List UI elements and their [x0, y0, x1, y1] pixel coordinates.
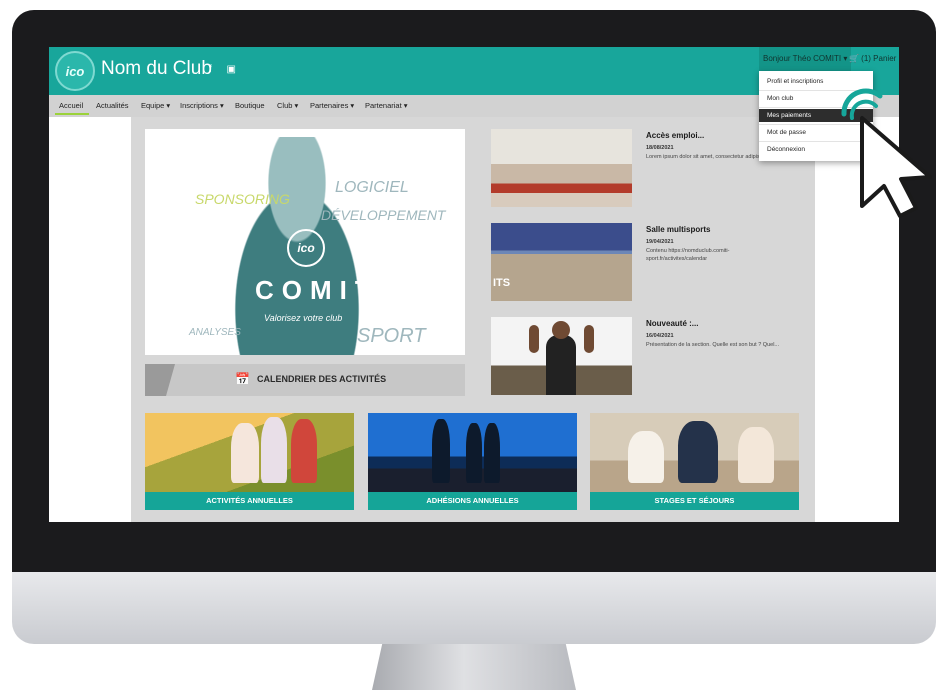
card-stages-sejours[interactable]: STAGES ET SÉJOURS: [590, 413, 799, 510]
card-image: [145, 413, 354, 492]
hero-word: SPORT: [357, 325, 426, 347]
news-date: 18/08/2021: [646, 145, 674, 151]
hero-banner[interactable]: SPONSORING LOGICIEL DÉVELOPPEMENT ANALYS…: [145, 129, 465, 355]
nav-item-inscriptions[interactable]: Inscriptions ▾: [180, 101, 224, 110]
nav-item-partenaires[interactable]: Partenaires ▾: [310, 101, 354, 110]
calendar-label: CALENDRIER DES ACTIVITÉS: [257, 374, 387, 384]
hero-word: DÉVELOPPEMENT: [321, 207, 446, 223]
monitor-stand: [372, 644, 576, 690]
card-adhesions-annuelles[interactable]: ADHÉSIONS ANNUELLES: [368, 413, 577, 510]
news-excerpt: Présentation de la section. Quelle est s…: [646, 342, 779, 348]
news-image-gym[interactable]: [491, 129, 632, 207]
card-image: [368, 413, 577, 492]
card-label: ACTIVITÉS ANNUELLES: [145, 492, 354, 510]
card-label: ADHÉSIONS ANNUELLES: [368, 492, 577, 510]
menu-divider: [759, 124, 873, 125]
nav-item-partenariat[interactable]: Partenariat ▾: [365, 101, 408, 110]
news-date: 16/04/2021: [646, 333, 674, 339]
news-title[interactable]: Salle multisports: [646, 225, 710, 234]
club-logo[interactable]: ico: [55, 51, 95, 91]
comiti-logo: ico: [287, 229, 325, 267]
card-label: STAGES ET SÉJOURS: [590, 492, 799, 510]
news-title[interactable]: Nouveauté :...: [646, 319, 698, 328]
cart-button[interactable]: 🛒 (1) Panier: [849, 47, 896, 71]
menu-divider: [759, 107, 873, 108]
club-name[interactable]: Nom du Club: [101, 58, 212, 80]
nav-item-actualites[interactable]: Actualités: [96, 101, 129, 110]
athlete-body: [546, 335, 576, 395]
menu-item-mes-paiements[interactable]: Mes paiements: [759, 109, 873, 122]
news-image-hall[interactable]: ITS: [491, 223, 632, 301]
menu-divider: [759, 90, 873, 91]
hero-slogan: Valorisez votre club: [264, 313, 343, 323]
menu-item-deconnexion[interactable]: Déconnexion: [759, 143, 873, 156]
menu-item-profil[interactable]: Profil et inscriptions: [759, 75, 873, 88]
hall-overlay-text: ITS: [493, 277, 511, 289]
nav-item-accueil[interactable]: Accueil: [54, 101, 90, 115]
hero-title: COMITI: [255, 275, 394, 305]
athlete-head: [552, 321, 570, 339]
calendar-button[interactable]: 📅 CALENDRIER DES ACTIVITÉS: [145, 364, 465, 396]
right-margin: [815, 117, 899, 522]
social-icons[interactable]: f ▣: [209, 64, 242, 75]
news-excerpt: Contenu https://nomduclub.comiti-sport.f…: [646, 248, 730, 262]
menu-item-mot-de-passe[interactable]: Mot de passe: [759, 126, 873, 139]
nav-item-boutique[interactable]: Boutique: [235, 101, 265, 110]
news-date: 19/04/2021: [646, 239, 674, 245]
calendar-icon: 📅: [235, 372, 250, 386]
athlete-arm: [584, 325, 594, 353]
news-title[interactable]: Accès emploi...: [646, 131, 704, 140]
nav-item-club[interactable]: Club ▾: [277, 101, 298, 110]
menu-divider: [759, 141, 873, 142]
calendar-slant: [145, 364, 175, 396]
left-margin: [49, 117, 131, 522]
athlete-arm: [529, 325, 539, 353]
monitor-chin: [12, 572, 936, 644]
hero-word: LOGICIEL: [335, 179, 409, 196]
user-menu-button[interactable]: Bonjour Théo COMITI ▾: [759, 47, 852, 71]
hero-word: SPONSORING: [195, 191, 290, 207]
card-image: [590, 413, 799, 492]
news-image-athlete[interactable]: [491, 317, 632, 395]
website-screen: ico Nom du Club f ▣ Bonjour Théo COMITI …: [49, 47, 899, 522]
menu-item-mon-club[interactable]: Mon club: [759, 92, 873, 105]
nav-item-equipe[interactable]: Equipe ▾: [141, 101, 170, 110]
user-dropdown-menu: Profil et inscriptions Mon club Mes paie…: [759, 71, 873, 161]
card-activites-annuelles[interactable]: ACTIVITÉS ANNUELLES: [145, 413, 354, 510]
hero-word: ANALYSES: [189, 327, 241, 338]
